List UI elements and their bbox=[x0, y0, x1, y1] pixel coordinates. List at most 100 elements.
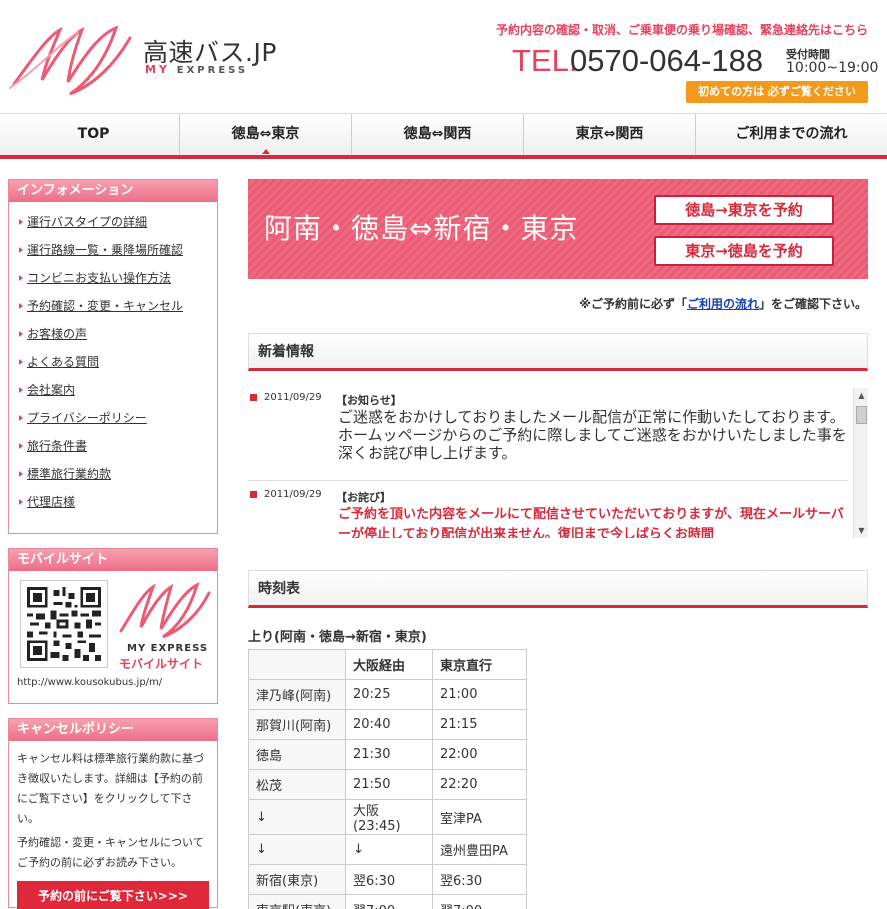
table-cell: 新宿(東京) bbox=[248, 864, 346, 895]
sidebar-link[interactable]: 代理店様 bbox=[27, 495, 75, 509]
news-scrollbar[interactable]: ▲ ▼ bbox=[853, 388, 868, 538]
confirm-note-suffix: 」をご確認下さい。 bbox=[758, 297, 867, 311]
table-cell: ↓ bbox=[345, 834, 433, 865]
table-cell: 翌6:30 bbox=[432, 864, 527, 895]
sidebar-item-voice[interactable]: お客様の声 bbox=[9, 320, 217, 348]
table-cell: 徳島 bbox=[248, 739, 346, 770]
nav-item-tokushima-kansai[interactable]: 徳島⇔関西 bbox=[352, 114, 524, 156]
sidebar-link[interactable]: コンビニお支払い操作方法 bbox=[27, 271, 171, 285]
logo-sub-my: MY bbox=[145, 63, 170, 76]
table-cell: 大阪(23:45) bbox=[345, 799, 433, 835]
table-cell: 21:00 bbox=[432, 679, 527, 710]
sidebar-item-convenience-pay[interactable]: コンビニお支払い操作方法 bbox=[9, 264, 217, 292]
my-logo-icon[interactable] bbox=[8, 22, 136, 98]
sidebar-link[interactable]: 運行バスタイプの詳細 bbox=[27, 215, 147, 229]
timetable-header-row: 大阪経由 東京直行 bbox=[248, 649, 527, 680]
banner-title: 阿南・徳島⇔新宿・東京 bbox=[264, 212, 579, 245]
sidebar-item-agency[interactable]: 代理店様 bbox=[9, 488, 217, 516]
sidebar-link[interactable]: プライバシーポリシー bbox=[27, 411, 147, 425]
table-row: 松茂 21:50 22:20 bbox=[248, 769, 527, 800]
nav-label: 徳島⇔関西 bbox=[403, 126, 472, 142]
logo-subtitle: MY EXPRESS bbox=[145, 63, 248, 76]
table-cell: 21:30 bbox=[345, 739, 433, 770]
table-row: ↓ 大阪(23:45) 室津PA bbox=[248, 799, 527, 835]
table-cell: 翌7:00 bbox=[345, 894, 433, 909]
nav-item-usage-flow[interactable]: ご利用までの流れ bbox=[696, 114, 887, 156]
table-cell: 22:20 bbox=[432, 769, 527, 800]
sidebar-link[interactable]: よくある質問 bbox=[27, 355, 99, 369]
table-cell: 室津PA bbox=[432, 799, 527, 835]
news-heading: 新着情報 bbox=[248, 333, 868, 371]
news-date: 2011/09/29 bbox=[248, 489, 322, 500]
nav-label: ご利用までの流れ bbox=[735, 126, 848, 142]
sidebar-item-reservation[interactable]: 予約確認・変更・キャンセル bbox=[9, 292, 217, 320]
nav-item-tokushima-tokyo[interactable]: 徳島⇔東京 bbox=[180, 114, 352, 156]
book-tokushima-tokyo-button[interactable]: 徳島→東京を予約 bbox=[654, 195, 834, 225]
sidebar-item-routes[interactable]: 運行路線一覧・乗降場所確認 bbox=[9, 236, 217, 264]
scroll-down-icon[interactable]: ▼ bbox=[856, 525, 867, 536]
sidebar-link[interactable]: お客様の声 bbox=[27, 327, 87, 341]
sidebar-cancel-heading: キャンセルポリシー bbox=[9, 719, 217, 741]
sidebar-item-privacy[interactable]: プライバシーポリシー bbox=[9, 404, 217, 432]
timetable-col-direct: 東京直行 bbox=[432, 649, 527, 680]
sidebar-item-standard-terms[interactable]: 標準旅行業約款 bbox=[9, 460, 217, 488]
table-cell: ↓ bbox=[248, 834, 346, 865]
cancel-text-2: 予約確認・変更・キャンセルについてご予約の前に必ずお読み下さい。 bbox=[17, 836, 204, 869]
table-row: ↓ ↓ 遠州豊田PA bbox=[248, 834, 527, 865]
scroll-up-icon[interactable]: ▲ bbox=[856, 390, 867, 401]
read-before-booking-button[interactable]: 予約の前にご覧下さい>>> bbox=[17, 881, 209, 909]
nav-divider bbox=[0, 155, 887, 159]
table-cell: 22:00 bbox=[432, 739, 527, 770]
main-nav: TOP 徳島⇔東京 徳島⇔関西 東京⇔関西 ご利用までの流れ bbox=[0, 113, 887, 159]
timetable: 大阪経由 東京直行 津乃峰(阿南) 20:25 21:00 那賀川(阿南) 20:40 2… bbox=[248, 649, 527, 909]
sidebar-mobile: モバイルサイト MY EXPRESS モバイルサイト http://www.ko… bbox=[8, 548, 218, 704]
nav-label: 徳島⇔東京 bbox=[231, 126, 300, 142]
timetable-heading: 時刻表 bbox=[248, 570, 868, 608]
table-cell: ↓ bbox=[248, 799, 346, 835]
sidebar-mobile-heading: モバイルサイト bbox=[9, 549, 217, 571]
table-row: 徳島 21:30 22:00 bbox=[248, 739, 527, 770]
table-cell: 翌7:00 bbox=[432, 894, 527, 909]
sidebar-cancel: キャンセルポリシー キャンセル料は標準旅行業約款に基づき徴収いたします。詳細は【… bbox=[8, 718, 218, 909]
timetable-body: 津乃峰(阿南) 20:25 21:00 那賀川(阿南) 20:40 21:15 徳島 21:3… bbox=[248, 679, 527, 909]
booking-info-link[interactable]: 予約内容の確認・取消、ご乗車便の乗り場確認、緊急連絡先はこちら bbox=[496, 21, 868, 38]
my-mobile-logo-icon[interactable] bbox=[115, 581, 213, 641]
timetable-col-stop bbox=[248, 649, 346, 680]
nav-item-tokyo-kansai[interactable]: 東京⇔関西 bbox=[524, 114, 696, 156]
news-body: ご予約を頂いた内容をメールにて配信させていただいておりますが、現在メールサーバー… bbox=[338, 507, 844, 538]
nav-label: TOP bbox=[77, 126, 110, 142]
nav-item-top[interactable]: TOP bbox=[8, 114, 180, 156]
first-time-button[interactable]: 初めての方は 必ずご覧ください bbox=[686, 81, 868, 103]
table-cell: 東京駅(東京) bbox=[248, 894, 346, 909]
scroll-thumb[interactable] bbox=[856, 406, 867, 424]
logo-sub-express: EXPRESS bbox=[176, 65, 249, 76]
sidebar-info-list: 運行バスタイプの詳細 運行路線一覧・乗降場所確認 コンビニお支払い操作方法 予約… bbox=[9, 202, 217, 520]
sidebar-item-company[interactable]: 会社案内 bbox=[9, 376, 217, 404]
sidebar-info: インフォメーション 運行バスタイプの詳細 運行路線一覧・乗降場所確認 コンビニお… bbox=[8, 179, 218, 534]
table-cell: 津乃峰(阿南) bbox=[248, 679, 346, 710]
sidebar-link[interactable]: 旅行条件書 bbox=[27, 439, 87, 453]
timetable-col-osaka: 大阪経由 bbox=[345, 649, 433, 680]
usage-flow-link[interactable]: ご利用の流れ bbox=[687, 297, 759, 311]
qr-code-icon[interactable] bbox=[20, 580, 108, 668]
sidebar-link[interactable]: 予約確認・変更・キャンセル bbox=[27, 299, 183, 313]
news-divider bbox=[248, 480, 848, 481]
confirm-note-prefix: ※ご予約前に必ず「 bbox=[579, 297, 687, 311]
cancel-text-1: キャンセル料は標準旅行業約款に基づき徴収いたします。詳細は【予約の前にご覧下さい… bbox=[17, 752, 204, 825]
table-cell: 翌6:30 bbox=[345, 864, 433, 895]
sidebar-link[interactable]: 標準旅行業約款 bbox=[27, 467, 111, 481]
sidebar-item-bus-type[interactable]: 運行バスタイプの詳細 bbox=[9, 208, 217, 236]
table-cell: 20:25 bbox=[345, 679, 433, 710]
sidebar-link[interactable]: 会社案内 bbox=[27, 383, 75, 397]
sidebar-link[interactable]: 運行路線一覧・乗降場所確認 bbox=[27, 243, 183, 257]
table-cell: 松茂 bbox=[248, 769, 346, 800]
book-tokyo-tokushima-button[interactable]: 東京→徳島を予約 bbox=[654, 236, 834, 266]
news-date: 2011/09/29 bbox=[248, 392, 322, 403]
news-category: 【お詫び】 bbox=[336, 491, 391, 504]
news-body: ご迷惑をおかけしておりましたメール配信が正常に作動いたしております。ホームッペー… bbox=[338, 408, 847, 462]
table-cell: 21:15 bbox=[432, 709, 527, 740]
news-list[interactable]: 2011/09/29 【お知らせ】 ご迷惑をおかけしておりましたメール配信が正常… bbox=[248, 386, 868, 538]
sidebar-item-terms[interactable]: 旅行条件書 bbox=[9, 432, 217, 460]
sidebar-item-faq[interactable]: よくある質問 bbox=[9, 348, 217, 376]
route-banner: 阿南・徳島⇔新宿・東京 徳島→東京を予約 東京→徳島を予約 bbox=[248, 179, 868, 279]
